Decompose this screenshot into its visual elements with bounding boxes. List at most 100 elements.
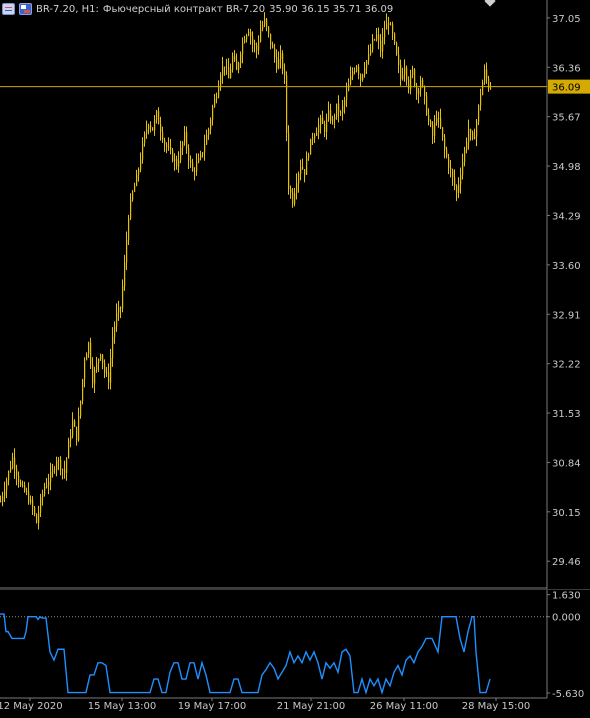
candle-body xyxy=(362,74,364,81)
candle-body xyxy=(360,74,362,81)
candle-body xyxy=(204,144,206,153)
candle-body xyxy=(162,132,164,141)
candle-body xyxy=(376,34,378,40)
candle-body xyxy=(458,184,460,193)
candle-body xyxy=(54,469,56,471)
candle-body xyxy=(100,354,102,360)
candle-body xyxy=(392,24,394,34)
candle-body xyxy=(238,63,240,71)
candle-body xyxy=(262,25,264,29)
candle-body xyxy=(390,24,392,26)
candle-body xyxy=(264,19,266,26)
y-tick-label: 32.22 xyxy=(552,360,581,371)
candle-body xyxy=(62,469,64,471)
x-tick-label: 26 May 11:00 xyxy=(370,701,439,712)
candle-body xyxy=(404,67,406,76)
candle-body xyxy=(166,144,168,147)
current-price-label: 36.09 xyxy=(552,83,581,94)
chart-window-icon[interactable] xyxy=(2,3,15,15)
candle-body xyxy=(280,53,282,60)
candle-body xyxy=(400,65,402,79)
candle-body xyxy=(10,467,12,472)
candle-body xyxy=(48,481,50,486)
candle-body xyxy=(468,129,470,143)
candle-body xyxy=(282,53,284,71)
candle-body xyxy=(456,186,458,193)
candle-body xyxy=(382,37,384,52)
candle-body xyxy=(116,312,118,327)
candle-body xyxy=(306,157,308,175)
candle-body xyxy=(66,458,68,473)
candle-body xyxy=(320,117,322,125)
candle-body xyxy=(182,142,184,148)
candle-body xyxy=(244,39,246,43)
candle-body xyxy=(284,70,286,76)
candle-body xyxy=(206,135,208,145)
y-tick-label: 30.84 xyxy=(552,458,581,469)
candle-body xyxy=(34,507,36,515)
candle-body xyxy=(236,60,238,71)
candle-body xyxy=(138,169,140,176)
candle-body xyxy=(480,94,482,106)
x-tick-label: 21 May 21:00 xyxy=(277,701,346,712)
y-tick-label: 35.67 xyxy=(552,113,581,124)
candle-body xyxy=(396,42,398,55)
candle-body xyxy=(176,159,178,167)
candle-body xyxy=(184,132,186,143)
candle-body xyxy=(462,161,464,176)
indicator-tick-label: -5.630 xyxy=(552,689,584,700)
candle-body xyxy=(276,57,278,69)
candle-body xyxy=(296,183,298,194)
candle-body xyxy=(430,121,432,126)
candle-body xyxy=(300,166,302,174)
candle-body xyxy=(2,496,4,502)
candle-body xyxy=(302,166,304,170)
candle-body xyxy=(208,129,210,136)
candle-body xyxy=(266,19,268,27)
y-tick-label: 32.91 xyxy=(552,310,581,321)
candle-body xyxy=(464,149,466,162)
candle-body xyxy=(466,142,468,150)
y-tick-label: 29.46 xyxy=(552,557,581,568)
candle-body xyxy=(108,372,110,383)
candle-body xyxy=(428,114,430,122)
candle-body xyxy=(322,117,324,124)
candle-body xyxy=(486,69,488,79)
candle-body xyxy=(446,149,448,157)
candle-body xyxy=(476,121,478,137)
candle-body xyxy=(354,71,356,73)
chart-header: BR-7.20, H1: Фьючерсный контракт BR-7.20… xyxy=(2,2,393,16)
candle-body xyxy=(358,66,360,75)
candle-body xyxy=(122,285,124,309)
candle-body xyxy=(26,491,28,493)
candle-body xyxy=(298,173,300,184)
candle-body xyxy=(178,160,180,167)
candle-body xyxy=(342,105,344,113)
candle-body xyxy=(152,127,154,131)
candle-body xyxy=(150,125,152,128)
candle-body xyxy=(412,69,414,76)
candle-body xyxy=(220,75,222,87)
candle-body xyxy=(278,59,280,69)
candle-body xyxy=(196,162,198,172)
candle-body xyxy=(232,56,234,70)
candle-body xyxy=(172,150,174,162)
candle-body xyxy=(130,199,132,219)
candle-body xyxy=(64,469,66,473)
candle-body xyxy=(268,26,270,34)
candle-body xyxy=(474,136,476,140)
flag-icon[interactable] xyxy=(19,3,32,15)
candle-body xyxy=(68,440,70,459)
candle-body xyxy=(84,360,86,380)
candle-body xyxy=(160,124,162,133)
candle-body xyxy=(88,342,90,354)
candle-body xyxy=(164,140,166,145)
candle-body xyxy=(78,415,80,441)
candle-body xyxy=(6,480,8,491)
candle-body xyxy=(190,160,192,163)
candle-body xyxy=(86,353,88,361)
candle-body xyxy=(482,82,484,95)
candle-body xyxy=(170,147,172,151)
candle-body xyxy=(448,156,450,168)
candle-body xyxy=(334,116,336,120)
